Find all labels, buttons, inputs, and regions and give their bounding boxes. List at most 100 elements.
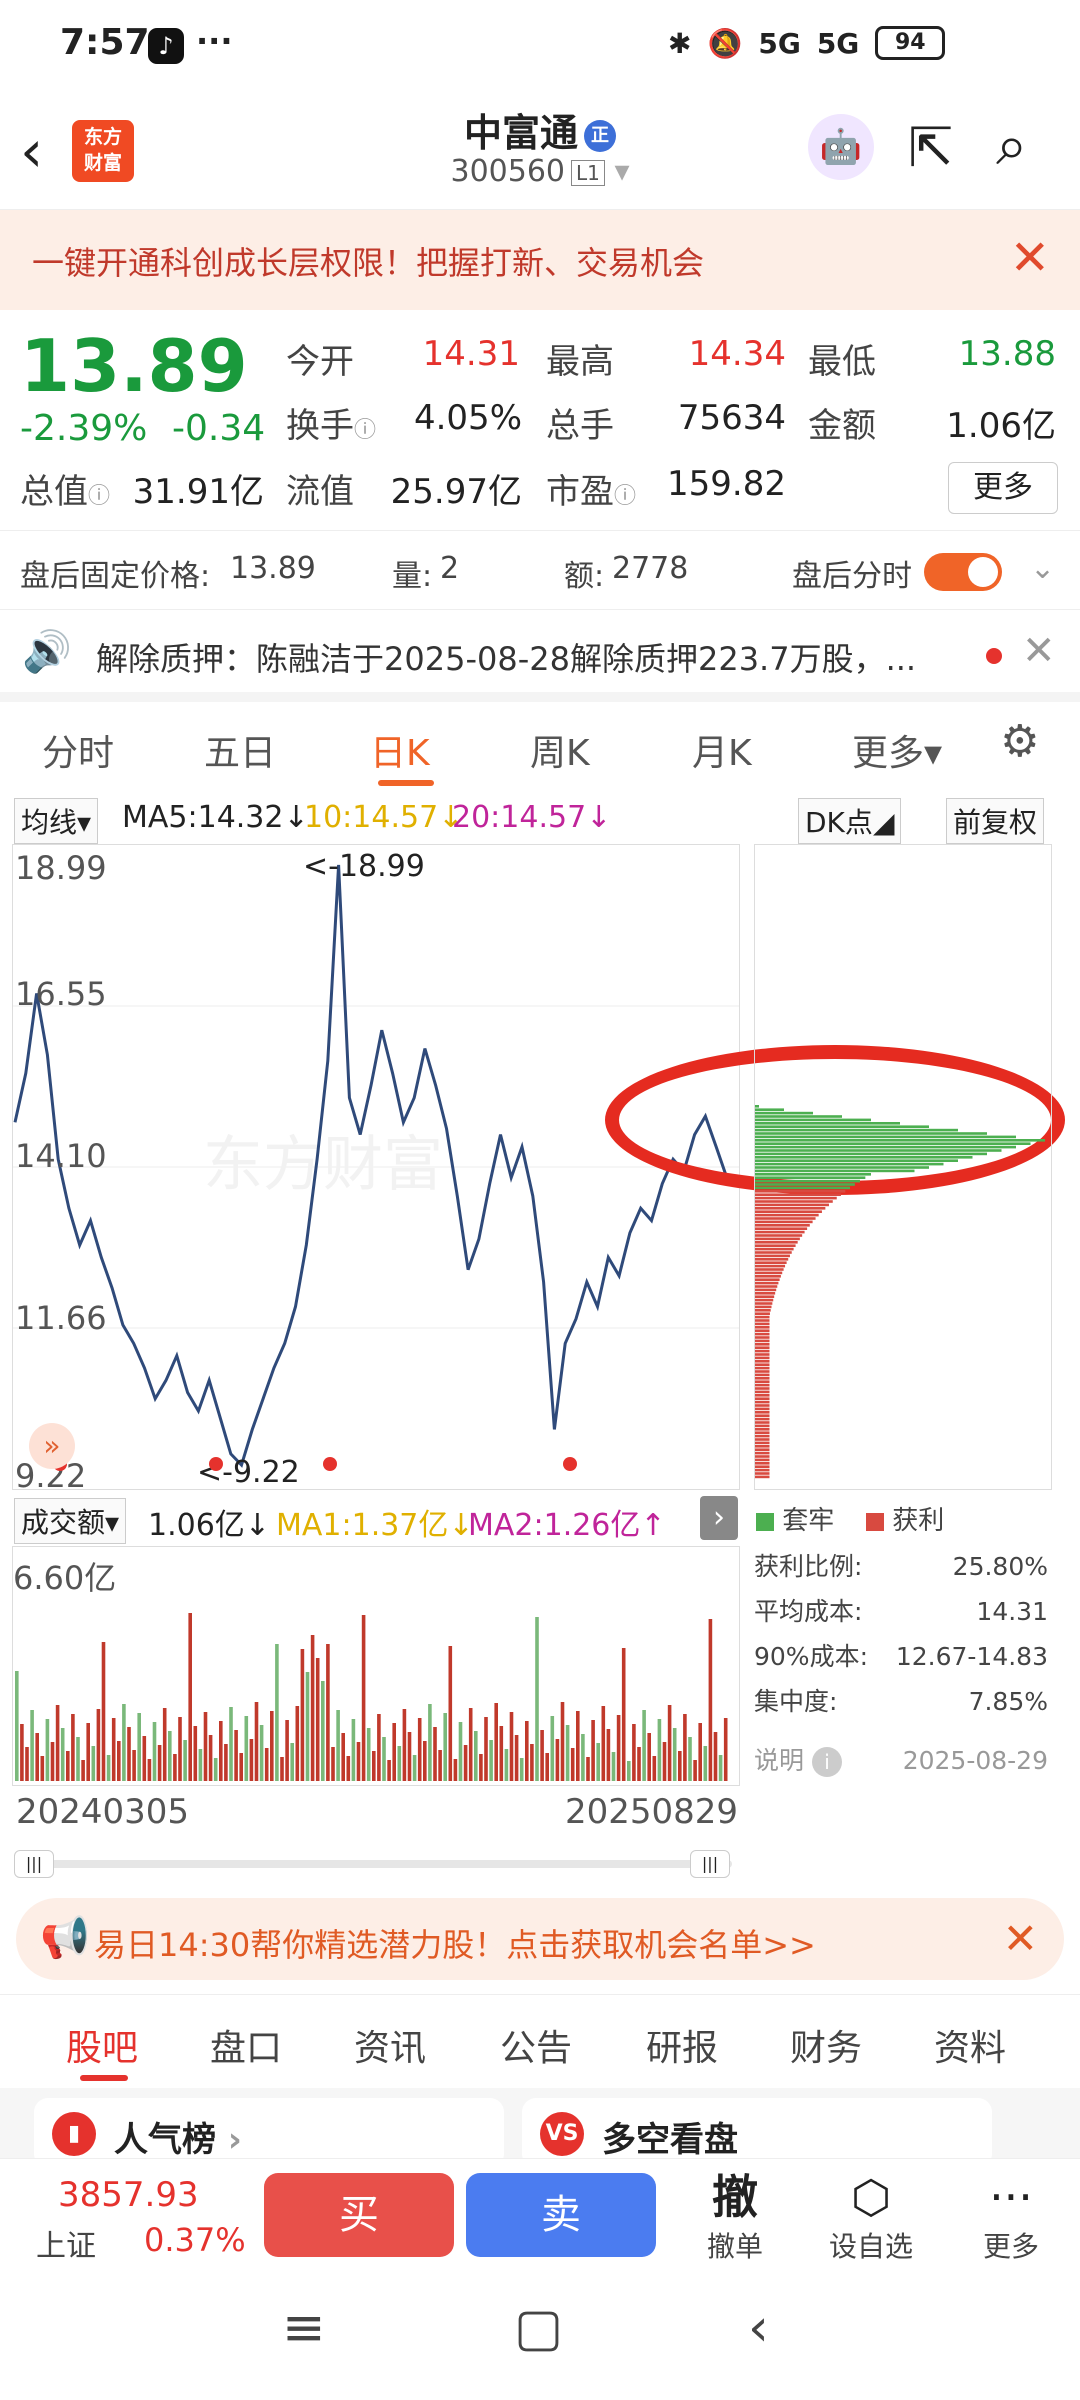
tab-daily-k[interactable]: 日K xyxy=(370,724,430,776)
tab-orderbook[interactable]: 盘口 xyxy=(210,2019,282,2071)
chip-bar xyxy=(755,1322,770,1326)
sell-button[interactable]: 卖 xyxy=(466,2173,656,2257)
volume-bar xyxy=(81,1760,85,1781)
dk-point-dropdown[interactable]: DK点◢ xyxy=(798,798,902,844)
volume-bar xyxy=(698,1723,702,1781)
slider-handle-right[interactable]: ||| xyxy=(690,1850,730,1878)
close-icon[interactable]: ✕ xyxy=(1010,230,1050,286)
volume-bar xyxy=(652,1756,657,1781)
chip-bar xyxy=(755,1370,770,1373)
mcap-label[interactable]: 总值ⓘ xyxy=(20,464,110,513)
volume-bar xyxy=(244,1716,249,1781)
ma-type-dropdown[interactable]: 均线▾ xyxy=(14,798,99,844)
cancel-order-button[interactable]: 撤撤单 xyxy=(680,2169,790,2265)
promo-strip[interactable]: 📢 易日14:30帮你精选潜力股！点击获取机会名单>> ✕ xyxy=(16,1898,1064,1980)
chevron-down-icon[interactable]: ⌄ xyxy=(1030,551,1055,586)
settings-gear-icon[interactable]: ⚙ xyxy=(1000,716,1039,767)
volume-bar xyxy=(224,1744,228,1781)
chip-bar xyxy=(755,1207,826,1210)
expand-arrows-icon[interactable]: » xyxy=(29,1423,75,1469)
more-button[interactable]: 更多 xyxy=(948,462,1058,514)
tab-finance[interactable]: 财务 xyxy=(790,2019,862,2071)
chip-bar xyxy=(755,1288,777,1292)
volume-bar xyxy=(106,1755,111,1781)
adjust-dropdown[interactable]: 前复权 xyxy=(946,798,1045,844)
chip-distribution[interactable] xyxy=(754,844,1052,1490)
home-icon[interactable]: ▢ xyxy=(514,2298,563,2358)
tab-more[interactable]: 更多▾ xyxy=(852,724,942,776)
signal-dot[interactable] xyxy=(563,1457,577,1471)
close-icon[interactable]: ✕ xyxy=(1022,628,1056,674)
hexagon-icon: ⬡ xyxy=(850,2170,892,2224)
volume-chart[interactable]: 6.60亿 xyxy=(12,1546,740,1786)
ma-indicator-row: 均线▾ MA5:14.32↓ 10:14.57↓ 20:14.57↓ DK点◢ … xyxy=(0,792,1080,844)
volume-bar xyxy=(356,1742,361,1781)
slider-handle-left[interactable]: ||| xyxy=(14,1850,54,1878)
notice-bar[interactable]: 🔊 解除质押：陈融洁于2025-08-28解除质押223.7万股，... ✕ xyxy=(0,610,1080,702)
chip-bar xyxy=(755,1434,770,1438)
after-hours-toggle[interactable] xyxy=(924,553,1002,591)
tab-announcements[interactable]: 公告 xyxy=(500,2019,572,2071)
more-menu-button[interactable]: ··· 更多 xyxy=(956,2169,1066,2265)
add-watchlist-button[interactable]: ⬡ 设自选 xyxy=(816,2169,926,2265)
chip-bar xyxy=(755,1326,770,1329)
menu-icon[interactable]: ≡ xyxy=(282,2298,326,2358)
tab-monthly-k[interactable]: 月K xyxy=(692,724,752,776)
promo-banner[interactable]: 一键开通科创成长层权限！把握打新、交易机会 ✕ xyxy=(0,210,1080,310)
volume-ma2: MA2:1.26亿↑ xyxy=(468,1508,666,1543)
volume-bar xyxy=(545,1753,549,1781)
volume-bar xyxy=(193,1726,198,1781)
volume-bar xyxy=(249,1739,254,1781)
volume-type-dropdown[interactable]: 成交额▾ xyxy=(14,1498,127,1544)
volume-bar xyxy=(387,1760,391,1781)
after-amt-label: 额: xyxy=(564,559,605,594)
volume-bar xyxy=(300,1649,305,1781)
amount-label: 金额 xyxy=(808,406,876,446)
chip-legend-profit: 获利 xyxy=(866,1500,944,1537)
volume-bar xyxy=(453,1759,458,1781)
robot-assistant-icon[interactable]: 🤖 xyxy=(808,114,874,180)
tab-forum[interactable]: 股吧 xyxy=(66,2019,138,2071)
range-slider[interactable]: ||| ||| xyxy=(12,1848,740,1878)
turnover-label[interactable]: 换手ⓘ xyxy=(286,398,376,447)
pe-label[interactable]: 市盈ⓘ xyxy=(546,464,636,513)
volume-bar xyxy=(30,1710,34,1781)
chip-bar xyxy=(755,1411,770,1414)
chip-bar xyxy=(755,1247,794,1251)
back-nav-icon[interactable]: ‹ xyxy=(748,2298,769,2358)
volume-bar xyxy=(576,1711,580,1781)
stat-note[interactable]: 说明 i 2025-08-29 xyxy=(754,1738,1054,1783)
chip-bar xyxy=(755,1366,770,1370)
tab-minute[interactable]: 分时 xyxy=(42,724,114,776)
volume-bar xyxy=(616,1715,621,1781)
watermark: 东方财富 xyxy=(203,1131,443,1198)
volume-bar xyxy=(45,1719,50,1781)
volume-bar xyxy=(458,1722,463,1781)
tab-research[interactable]: 研报 xyxy=(646,2019,718,2071)
volume-bar xyxy=(637,1747,641,1781)
tab-weekly-k[interactable]: 周K xyxy=(530,724,590,776)
k-line-svg: 东方财富 xyxy=(13,864,739,1468)
chip-bar xyxy=(755,1135,1016,1139)
volume-bar xyxy=(55,1705,60,1781)
chip-bar xyxy=(755,1302,773,1305)
tab-news[interactable]: 资讯 xyxy=(354,2019,426,2071)
high-value: 14.34 xyxy=(688,334,786,374)
tab-five-day[interactable]: 五日 xyxy=(204,724,276,776)
chip-bar xyxy=(755,1186,850,1190)
signal-dot[interactable] xyxy=(323,1457,337,1471)
tab-profile[interactable]: 资料 xyxy=(934,2019,1006,2071)
search-icon[interactable]: ⌕ xyxy=(996,114,1027,178)
signal-dot[interactable] xyxy=(209,1457,223,1471)
chevron-right-icon[interactable]: › xyxy=(700,1496,738,1540)
volume-bar xyxy=(295,1706,300,1781)
chip-bar xyxy=(755,1190,846,1193)
index-value[interactable]: 3857.93 xyxy=(58,2175,199,2215)
volume-bar xyxy=(20,1724,24,1781)
open-label: 今开 xyxy=(286,342,354,382)
volume-bar xyxy=(642,1710,646,1781)
share-icon[interactable]: ⇱ xyxy=(908,118,953,178)
k-line-chart[interactable]: 东方财富 18.99 16.55 14.10 11.66 9.22 <-18.9… xyxy=(12,844,1065,1495)
buy-button[interactable]: 买 xyxy=(264,2173,454,2257)
close-icon[interactable]: ✕ xyxy=(1003,1914,1038,1963)
